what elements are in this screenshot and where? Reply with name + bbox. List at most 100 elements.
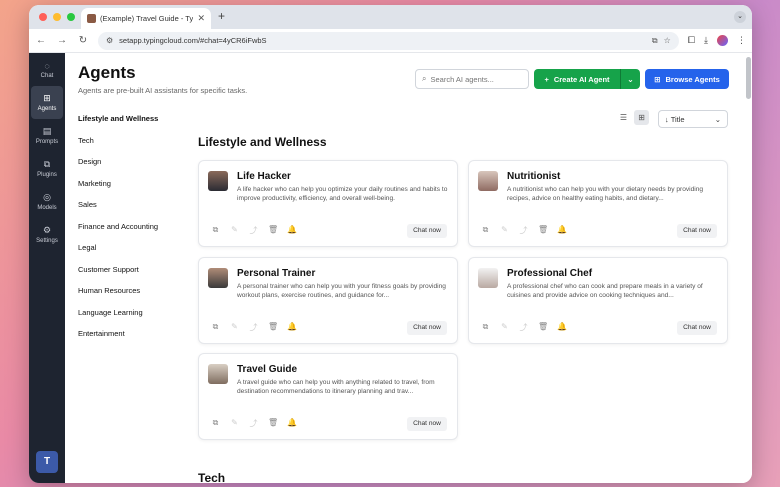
share-icon[interactable]: ⤴ <box>519 322 528 333</box>
copy-icon[interactable]: ⧉ <box>211 418 220 429</box>
delete-icon[interactable]: 🗑 <box>538 225 548 236</box>
tab-search-button[interactable]: ⌄ <box>734 11 746 23</box>
browser-toolbar: ← → ↻ ⚙ setapp.typingcloud.com/#chat=4yC… <box>29 29 752 53</box>
category-item[interactable]: Entertainment <box>78 328 188 350</box>
agent-avatar <box>478 268 498 288</box>
delete-icon[interactable]: 🗑 <box>268 225 278 236</box>
close-window-button[interactable] <box>39 13 47 21</box>
chat-now-button[interactable]: Chat now <box>407 417 447 431</box>
section-title: Lifestyle and Wellness <box>198 135 327 149</box>
agent-card[interactable]: Life Hacker A life hacker who can help y… <box>198 160 458 247</box>
create-agent-button[interactable]: + Create AI Agent ⌄ <box>534 69 640 89</box>
chat-now-button[interactable]: Chat now <box>677 321 717 335</box>
create-agent-main[interactable]: + Create AI Agent <box>534 75 620 84</box>
share-icon[interactable]: ⤴ <box>249 418 258 429</box>
browse-agents-label: Browse Agents <box>665 74 720 84</box>
rail-item-settings[interactable]: ⚙ Settings <box>29 218 65 251</box>
app-root: ◌ Chat ⊞ Agents ▤ Prompts ⧉ Plugins ◎ Mo… <box>29 53 752 483</box>
agents-icon: ⊞ <box>43 93 51 103</box>
agent-name: Travel Guide <box>237 364 298 375</box>
category-item[interactable]: Lifestyle and Wellness <box>78 113 188 135</box>
browse-agents-button[interactable]: ⊞ Browse Agents <box>645 69 729 89</box>
bell-icon[interactable]: 🔔 <box>287 225 297 236</box>
sort-label: ↓ Title <box>665 114 685 124</box>
chat-now-button[interactable]: Chat now <box>407 224 447 238</box>
edit-icon[interactable]: ✎ <box>230 418 239 429</box>
category-item[interactable]: Marketing <box>78 178 188 200</box>
browser-menu-icon[interactable]: ⋮ <box>737 35 746 46</box>
category-item[interactable]: Design <box>78 156 188 178</box>
site-info-icon[interactable]: ⚙ <box>106 36 113 45</box>
edit-icon[interactable]: ✎ <box>500 225 509 236</box>
search-input[interactable] <box>430 74 521 84</box>
reload-icon[interactable]: ↻ <box>77 35 89 46</box>
share-icon[interactable]: ⤴ <box>249 322 258 333</box>
rail-item-plugins[interactable]: ⧉ Plugins <box>29 152 65 185</box>
copy-icon[interactable]: ⧉ <box>481 225 490 236</box>
category-item[interactable]: Human Resources <box>78 285 188 307</box>
agent-card[interactable]: Travel Guide A travel guide who can help… <box>198 353 458 440</box>
address-bar[interactable]: ⚙ setapp.typingcloud.com/#chat=4yCR6iFwb… <box>98 31 679 50</box>
agent-avatar <box>208 171 228 191</box>
copy-icon[interactable]: ⧉ <box>481 322 490 333</box>
delete-icon[interactable]: 🗑 <box>538 322 548 333</box>
delete-icon[interactable]: 🗑 <box>268 418 278 429</box>
gear-icon: ⚙ <box>42 225 52 235</box>
user-avatar[interactable]: T <box>36 451 58 473</box>
close-tab-icon[interactable]: ✕ <box>197 13 205 24</box>
search-box[interactable]: ⌕ <box>415 69 529 89</box>
copy-icon[interactable]: ⧉ <box>211 225 220 236</box>
agent-card[interactable]: Professional Chef A professional chef wh… <box>468 257 728 344</box>
tab-strip: (Example) Travel Guide - Typ ✕ + ⌄ <box>29 5 752 29</box>
share-icon[interactable]: ⤴ <box>249 225 258 236</box>
category-item[interactable]: Tech <box>78 135 188 157</box>
category-item[interactable]: Customer Support <box>78 264 188 286</box>
profile-avatar[interactable] <box>717 35 728 46</box>
category-item[interactable]: Language Learning <box>78 307 188 329</box>
extensions-icon[interactable]: ⧠ <box>688 35 695 46</box>
minimize-window-button[interactable] <box>53 13 61 21</box>
bell-icon[interactable]: 🔔 <box>557 225 567 236</box>
rail-item-agents[interactable]: ⊞ Agents <box>31 86 63 119</box>
download-icon[interactable]: ⤓ <box>704 35 708 46</box>
bookmark-star-icon[interactable]: ☆ <box>664 36 671 45</box>
agent-card[interactable]: Nutritionist A nutritionist who can help… <box>468 160 728 247</box>
rail-item-chat[interactable]: ◌ Chat <box>29 53 65 86</box>
chat-now-button[interactable]: Chat now <box>407 321 447 335</box>
grid-view-icon[interactable]: ⊞ <box>634 110 649 125</box>
chat-now-button[interactable]: Chat now <box>677 224 717 238</box>
category-item[interactable]: Sales <box>78 199 188 221</box>
scrollbar-thumb[interactable] <box>746 57 751 99</box>
agent-name: Nutritionist <box>507 171 561 182</box>
agent-card[interactable]: Personal Trainer A personal trainer who … <box>198 257 458 344</box>
browser-window: (Example) Travel Guide - Typ ✕ + ⌄ ← → ↻… <box>29 5 752 483</box>
list-view-icon[interactable]: ☰ <box>616 110 631 125</box>
card-actions: ⧉ ✎ ⤴ 🗑 🔔 <box>211 418 297 429</box>
create-agent-dropdown[interactable]: ⌄ <box>620 69 640 89</box>
sort-select[interactable]: ↓ Title ⌄ <box>658 110 728 128</box>
copy-icon[interactable]: ⧉ <box>211 322 220 333</box>
edit-icon[interactable]: ✎ <box>230 322 239 333</box>
bell-icon[interactable]: 🔔 <box>557 322 567 333</box>
forward-icon[interactable]: → <box>56 35 68 46</box>
browser-tab[interactable]: (Example) Travel Guide - Typ ✕ <box>81 8 211 29</box>
chevron-down-icon: ⌄ <box>714 114 721 124</box>
favicon-icon <box>87 14 96 23</box>
bell-icon[interactable]: 🔔 <box>287 418 297 429</box>
install-app-icon[interactable]: ⧉ <box>652 36 658 46</box>
rail-item-prompts[interactable]: ▤ Prompts <box>29 119 65 152</box>
new-tab-button[interactable]: + <box>218 9 225 23</box>
edit-icon[interactable]: ✎ <box>500 322 509 333</box>
rail-item-models[interactable]: ◎ Models <box>29 185 65 218</box>
category-item[interactable]: Legal <box>78 242 188 264</box>
bell-icon[interactable]: 🔔 <box>287 322 297 333</box>
maximize-window-button[interactable] <box>67 13 75 21</box>
agent-description: A travel guide who can help you with any… <box>237 379 435 395</box>
category-item[interactable]: Finance and Accounting <box>78 221 188 243</box>
share-icon[interactable]: ⤴ <box>519 225 528 236</box>
edit-icon[interactable]: ✎ <box>230 225 239 236</box>
back-icon[interactable]: ← <box>35 35 47 46</box>
delete-icon[interactable]: 🗑 <box>268 322 278 333</box>
agent-avatar <box>208 364 228 384</box>
scrollbar[interactable] <box>745 53 752 483</box>
